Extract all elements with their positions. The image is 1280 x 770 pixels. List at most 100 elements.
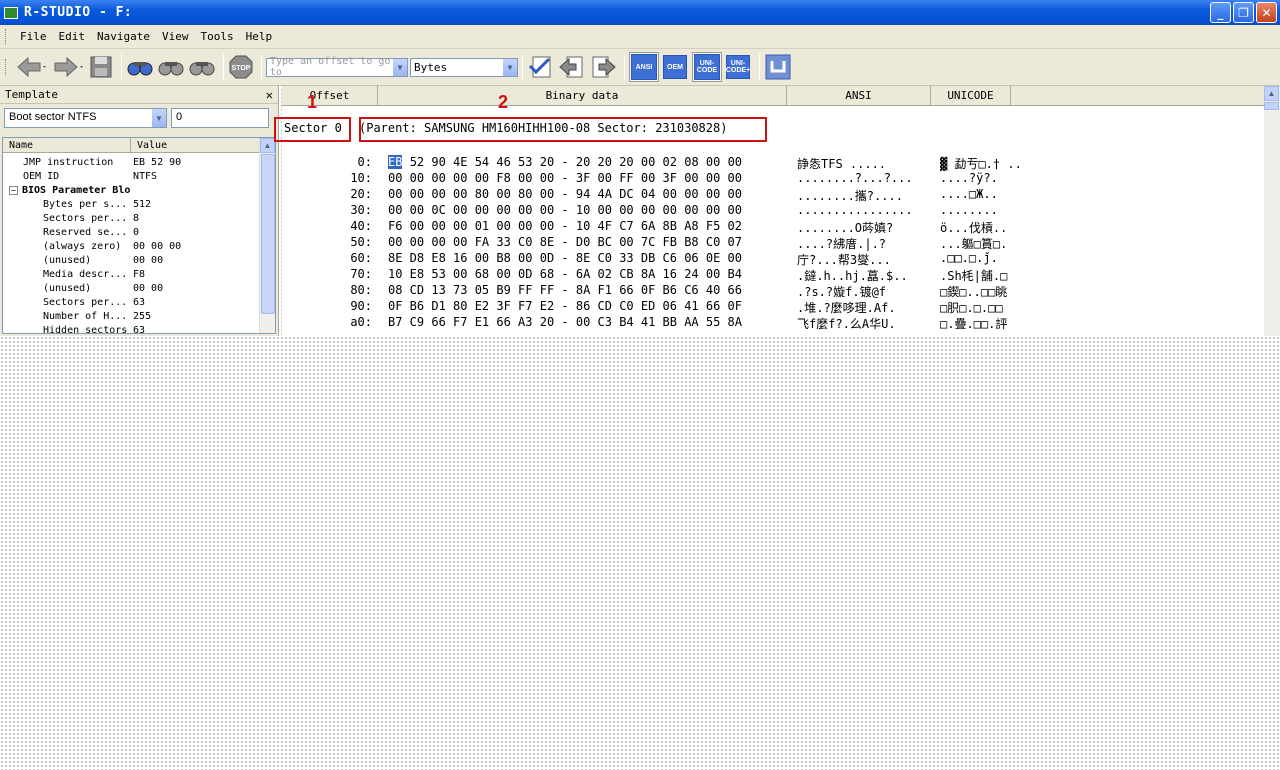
hex-bytes[interactable]: 0F B6 D1 80 E2 3F F7 E2 - 86 CD C0 ED 06… bbox=[388, 299, 742, 313]
column-offset[interactable]: Offset bbox=[282, 86, 378, 105]
hex-scrollbar[interactable]: ▲ bbox=[1264, 86, 1280, 336]
ansi-text[interactable]: ....?紼庴.|.? bbox=[797, 235, 886, 252]
hex-bytes[interactable]: 08 CD 13 73 05 B9 FF FF - 8A F1 66 0F B6… bbox=[388, 283, 742, 297]
tree-row[interactable]: Media descr... F8 bbox=[3, 267, 275, 281]
tree-row[interactable]: Bytes per s... 512 bbox=[3, 197, 275, 211]
minimize-button[interactable]: _ bbox=[1210, 2, 1231, 23]
ansi-text[interactable]: .鐽.h..hj.藠.$.. bbox=[797, 267, 908, 284]
menu-edit[interactable]: Edit bbox=[53, 28, 92, 46]
ansi-text[interactable]: .堆.?麼哆理.Af. bbox=[797, 299, 896, 316]
hex-bytes[interactable]: 00 00 00 00 00 F8 00 00 - 3F 00 FF 00 3F… bbox=[388, 171, 742, 185]
unicode-text[interactable]: □.疊.□□.評 bbox=[940, 315, 1007, 332]
chevron-down-icon[interactable]: ▼ bbox=[392, 58, 407, 76]
menu-navigate[interactable]: Navigate bbox=[91, 28, 156, 46]
close-icon[interactable]: ✕ bbox=[266, 88, 273, 102]
tree-row[interactable]: (always zero) 00 00 00 bbox=[3, 239, 275, 253]
ansi-text[interactable]: ........?...?... bbox=[797, 171, 913, 185]
tree-row[interactable]: OEM ID NTFS bbox=[3, 169, 275, 183]
hex-row[interactable]: 80: 08 CD 13 73 05 B9 FF FF - 8A F1 66 0F… bbox=[282, 283, 1007, 299]
ansi-text[interactable]: 飞f麼f?.么A华U. bbox=[797, 315, 896, 332]
ansi-text[interactable]: ........O荶嫃? bbox=[797, 219, 893, 236]
tree-row[interactable]: Reserved se... 0 bbox=[3, 225, 275, 239]
scroll-thumb[interactable] bbox=[1264, 102, 1279, 110]
hex-row[interactable]: 90: 0F B6 D1 80 E2 3F F7 E2 - 86 CD C0 ED… bbox=[282, 299, 1002, 315]
unicode-text[interactable]: ▓ 勐亐□.† .. bbox=[940, 155, 1022, 172]
template-scrollbar[interactable]: ▲ bbox=[259, 138, 275, 333]
hex-row[interactable]: 30: 00 00 0C 00 00 00 00 00 - 10 00 00 00… bbox=[282, 203, 997, 219]
tree-row[interactable]: (unused) 00 00 bbox=[3, 253, 275, 267]
stop-button[interactable]: STOP bbox=[228, 53, 254, 81]
hex-bytes[interactable]: F6 00 00 00 01 00 00 00 - 10 4F C7 6A 8B… bbox=[388, 219, 742, 233]
template-index-input[interactable]: 0 bbox=[171, 108, 269, 128]
hex-row[interactable]: 60: 8E D8 E8 16 00 B8 00 0D - 8E C0 33 DB… bbox=[282, 251, 997, 267]
unicode-text[interactable]: ........ bbox=[940, 203, 998, 217]
close-button[interactable]: ✕ bbox=[1256, 2, 1277, 23]
unicode-text[interactable]: □胑□.□.□□ bbox=[940, 299, 1003, 316]
ansi-text[interactable]: ................ bbox=[797, 203, 913, 217]
tree-row[interactable]: (unused) 00 00 bbox=[3, 281, 275, 295]
next-sector-button[interactable] bbox=[589, 53, 617, 81]
hex-row[interactable]: 10: 00 00 00 00 00 F8 00 00 - 3F 00 FF 00… bbox=[282, 171, 997, 187]
selected-byte[interactable]: EB bbox=[388, 155, 403, 169]
column-ansi[interactable]: ANSI bbox=[787, 86, 931, 105]
column-binary[interactable]: Binary data bbox=[378, 86, 787, 105]
chevron-down-icon[interactable]: ▼ bbox=[502, 58, 517, 76]
unicode-text[interactable]: ...軀□篔□. bbox=[940, 235, 1007, 252]
tree-row[interactable]: − BIOS Parameter Block bbox=[3, 183, 275, 197]
hex-bytes[interactable]: 00 00 00 00 80 00 80 00 - 94 4A DC 04 00… bbox=[388, 187, 742, 201]
column-unicode[interactable]: UNICODE bbox=[931, 86, 1011, 105]
ansi-text[interactable]: 庁?...帮3燮... bbox=[797, 251, 891, 268]
unicode-plus-toggle[interactable]: UNI-CODE+ bbox=[724, 53, 752, 81]
hex-row[interactable]: a0: B7 C9 66 F7 E1 66 A3 20 - 00 C3 B4 41… bbox=[282, 315, 1007, 331]
unicode-text[interactable]: .Sh枆|舗.□ bbox=[940, 267, 1007, 284]
ansi-text[interactable]: .?s.?嫙f.镀@f bbox=[797, 283, 886, 300]
scroll-thumb[interactable] bbox=[261, 154, 275, 314]
apply-button[interactable] bbox=[527, 53, 555, 81]
chevron-down-icon[interactable]: ▼ bbox=[151, 109, 166, 127]
save-button[interactable] bbox=[88, 53, 114, 81]
unicode-text[interactable]: ....□Ж.. bbox=[940, 187, 998, 201]
tree-row[interactable]: Number of H... 255 bbox=[3, 309, 275, 323]
back-button[interactable] bbox=[14, 53, 48, 81]
hex-row[interactable]: 0: EB 52 90 4E 54 46 53 20 - 20 20 20 00 … bbox=[282, 155, 1022, 171]
hex-bytes[interactable]: 00 00 00 00 FA 33 C0 8E - D0 BC 00 7C FB… bbox=[388, 235, 742, 249]
oem-toggle[interactable]: OEM bbox=[661, 53, 689, 81]
scroll-up-icon[interactable]: ▲ bbox=[1264, 86, 1279, 101]
menu-file[interactable]: File bbox=[14, 28, 53, 46]
find-previous-button[interactable] bbox=[188, 53, 216, 81]
find-next-button[interactable] bbox=[157, 53, 185, 81]
prev-sector-button[interactable] bbox=[558, 53, 586, 81]
refresh-button[interactable] bbox=[764, 53, 792, 81]
column-value[interactable]: Value bbox=[131, 138, 261, 152]
hex-row[interactable]: 50: 00 00 00 00 FA 33 C0 8E - D0 BC 00 7C… bbox=[282, 235, 1007, 251]
ansi-toggle[interactable]: ANSI bbox=[629, 52, 659, 82]
template-select[interactable]: Boot sector NTFS ▼ bbox=[4, 108, 167, 128]
menu-tools[interactable]: Tools bbox=[194, 28, 239, 46]
unicode-text[interactable]: ö...伐槓.. bbox=[940, 219, 1007, 236]
hex-bytes[interactable]: 10 E8 53 00 68 00 0D 68 - 6A 02 CB 8A 16… bbox=[388, 267, 742, 281]
find-button[interactable] bbox=[126, 53, 154, 81]
collapse-icon[interactable]: − bbox=[9, 185, 18, 195]
hex-view[interactable]: Offset Binary data ANSI UNICODE 1 2 Sect… bbox=[274, 86, 1280, 336]
unicode-text[interactable]: □鍥□..□□眺 bbox=[940, 283, 1007, 300]
menu-view[interactable]: View bbox=[156, 28, 195, 46]
view-mode-select[interactable]: Bytes ▼ bbox=[410, 57, 518, 77]
hex-bytes[interactable]: EB 52 90 4E 54 46 53 20 - 20 20 20 00 02… bbox=[388, 155, 742, 169]
unicode-toggle[interactable]: UNI-CODE bbox=[692, 52, 722, 82]
menu-help[interactable]: Help bbox=[240, 28, 279, 46]
tree-row[interactable]: JMP instruction EB 52 90 bbox=[3, 155, 275, 169]
tree-row[interactable]: Hidden sectors 63 bbox=[3, 323, 275, 334]
hex-bytes[interactable]: 00 00 0C 00 00 00 00 00 - 10 00 00 00 00… bbox=[388, 203, 742, 217]
tree-row[interactable]: Sectors per... 63 bbox=[3, 295, 275, 309]
hex-row[interactable]: 20: 00 00 00 00 80 00 80 00 - 94 4A DC 04… bbox=[282, 187, 997, 203]
hex-row[interactable]: 40: F6 00 00 00 01 00 00 00 - 10 4F C7 6A… bbox=[282, 219, 1007, 235]
unicode-text[interactable]: .□□.□.ǰ. bbox=[940, 251, 998, 265]
unicode-text[interactable]: ....?ÿ?. bbox=[940, 171, 998, 185]
forward-button[interactable] bbox=[51, 53, 85, 81]
tree-row[interactable]: Sectors per... 8 bbox=[3, 211, 275, 225]
hex-row[interactable]: 70: 10 E8 53 00 68 00 0D 68 - 6A 02 CB 8A… bbox=[282, 267, 1007, 283]
hex-bytes[interactable]: 8E D8 E8 16 00 B8 00 0D - 8E C0 33 DB C6… bbox=[388, 251, 742, 265]
maximize-button[interactable]: ❐ bbox=[1233, 2, 1254, 23]
column-name[interactable]: Name bbox=[3, 138, 131, 152]
ansi-text[interactable]: 諍怣TFS ..... bbox=[797, 155, 886, 172]
